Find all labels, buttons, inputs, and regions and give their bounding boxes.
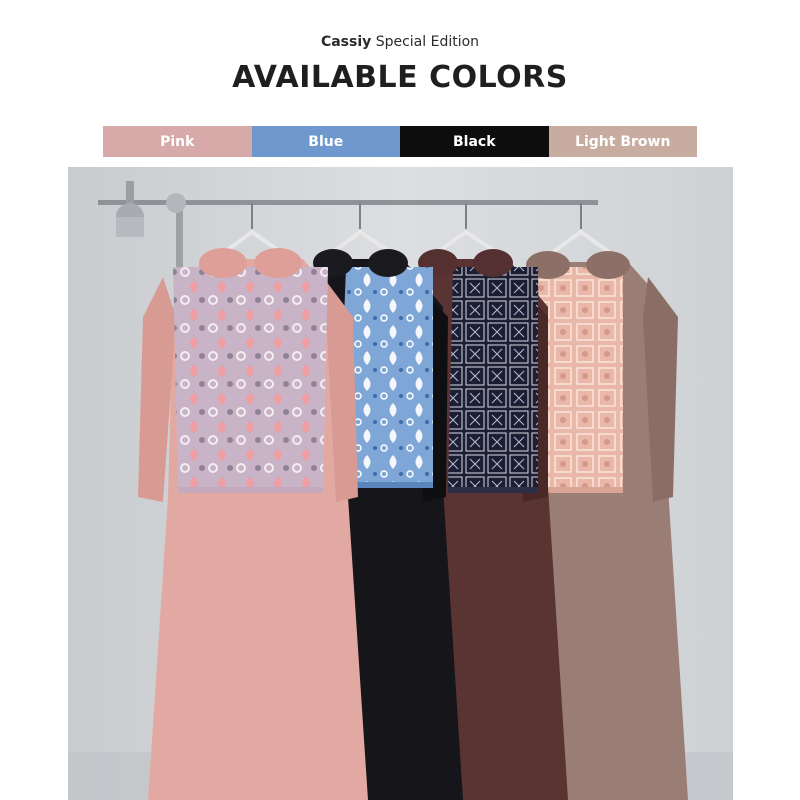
brand-name: Cassiy [320, 34, 372, 50]
product-photo [68, 167, 733, 800]
color-swatch-bar: Pink Blue Black Light Brown [103, 126, 697, 157]
swatch-pink[interactable]: Pink [103, 126, 252, 157]
edition-label: Special Edition [371, 34, 480, 50]
swatch-label: Black [452, 133, 496, 150]
swatch-label: Blue [308, 133, 344, 150]
swatch-black[interactable]: Black [400, 126, 549, 157]
swatch-light-brown[interactable]: Light Brown [548, 126, 697, 157]
product-subtitle: Cassiy Special Edition [0, 34, 800, 50]
swatch-label: Pink [160, 133, 195, 150]
swatch-label: Light Brown [575, 133, 671, 150]
dress-pink [138, 248, 368, 800]
swatch-blue[interactable]: Blue [251, 126, 400, 157]
page-title: AVAILABLE COLORS [232, 60, 568, 95]
